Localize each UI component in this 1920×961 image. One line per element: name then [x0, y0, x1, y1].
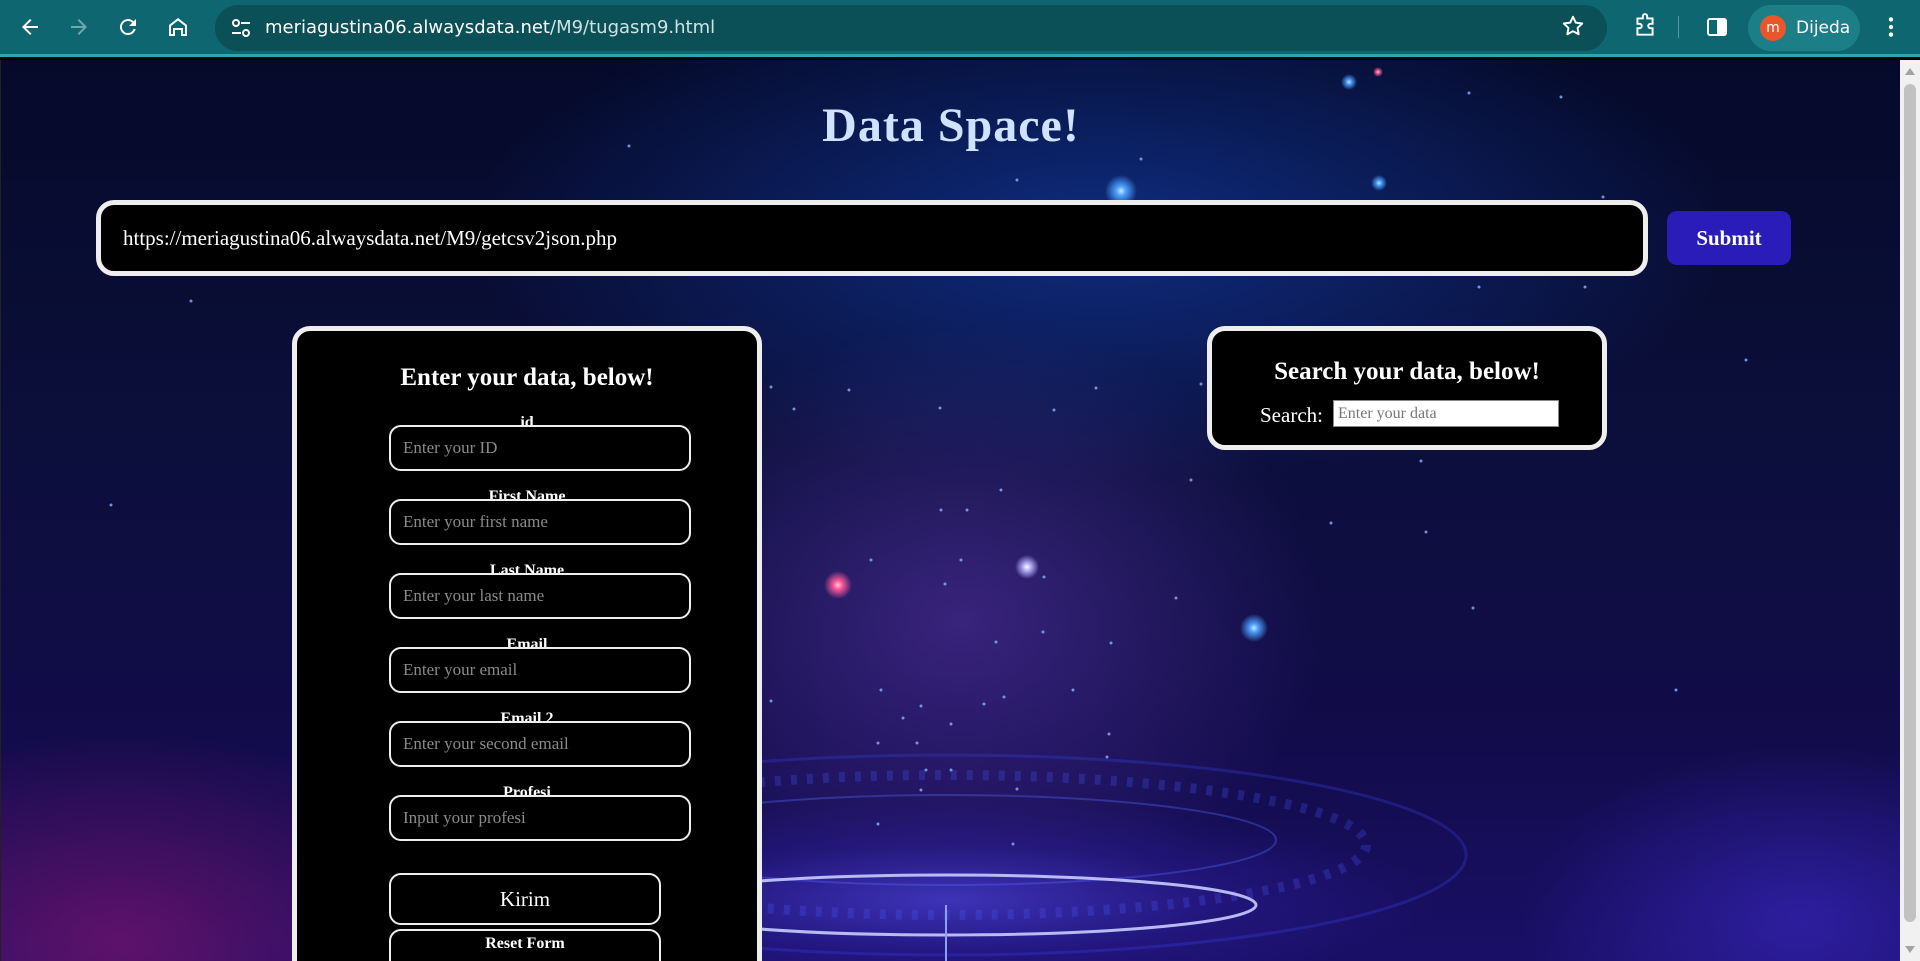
reset-form-button[interactable]: Reset Form [389, 929, 661, 961]
home-icon [169, 18, 187, 36]
reload-button[interactable] [108, 7, 148, 47]
url-path: /M9/tugasm9.html [550, 17, 716, 38]
email-field[interactable] [389, 647, 691, 693]
scroll-down-arrow-icon[interactable] [1905, 946, 1915, 953]
more-vert-icon[interactable] [1878, 14, 1904, 40]
forward-button[interactable] [59, 7, 99, 47]
search-label: Search: [1260, 403, 1323, 427]
url-host: meriagustina06.alwaysdata.net [265, 17, 550, 38]
home-button[interactable] [158, 7, 198, 47]
id-field[interactable] [389, 425, 691, 471]
space-background [109, 67, 1748, 961]
arrow-right-icon [71, 19, 87, 35]
profile-name: Dijeda [1796, 18, 1851, 38]
page-viewport: Data Space! Submit Enter your data, belo… [0, 60, 1900, 961]
bookmark-star-icon[interactable] [1560, 13, 1586, 39]
site-settings-icon[interactable] [229, 16, 253, 40]
last-name-field[interactable] [389, 573, 691, 619]
email-2-field[interactable] [389, 721, 691, 767]
profesi-field[interactable] [389, 795, 691, 841]
submit-button[interactable]: Submit [1667, 211, 1791, 265]
reload-icon [119, 19, 136, 36]
form-heading: Enter your data, below! [400, 364, 654, 391]
page-title: Data Space! [822, 99, 1080, 152]
first-name-field[interactable] [389, 499, 691, 545]
side-panel-icon[interactable] [1705, 15, 1729, 39]
extensions-puzzle-icon[interactable] [1632, 13, 1658, 39]
data-entry-form: Enter your data, below! id First Name La… [292, 326, 762, 961]
avatar: m [1760, 15, 1786, 41]
search-panel: Search your data, below! Search: [1207, 326, 1607, 450]
data-url-input[interactable] [96, 200, 1648, 276]
address-bar[interactable]: meriagustina06.alwaysdata.net/M9/tugasm9… [215, 5, 1607, 51]
search-heading: Search your data, below! [1274, 358, 1540, 385]
profile-button[interactable]: m Dijeda [1748, 5, 1860, 51]
browser-toolbar: meriagustina06.alwaysdata.net/M9/tugasm9… [0, 0, 1920, 57]
back-button[interactable] [10, 7, 50, 47]
page-scrollbar[interactable] [1900, 60, 1920, 961]
kirim-button[interactable]: Kirim [389, 873, 661, 925]
search-input[interactable] [1333, 400, 1559, 427]
address-url: meriagustina06.alwaysdata.net/M9/tugasm9… [265, 5, 715, 51]
scroll-thumb[interactable] [1904, 84, 1916, 922]
toolbar-divider [1678, 16, 1679, 38]
scroll-up-arrow-icon[interactable] [1905, 68, 1915, 75]
arrow-left-icon [22, 19, 38, 35]
